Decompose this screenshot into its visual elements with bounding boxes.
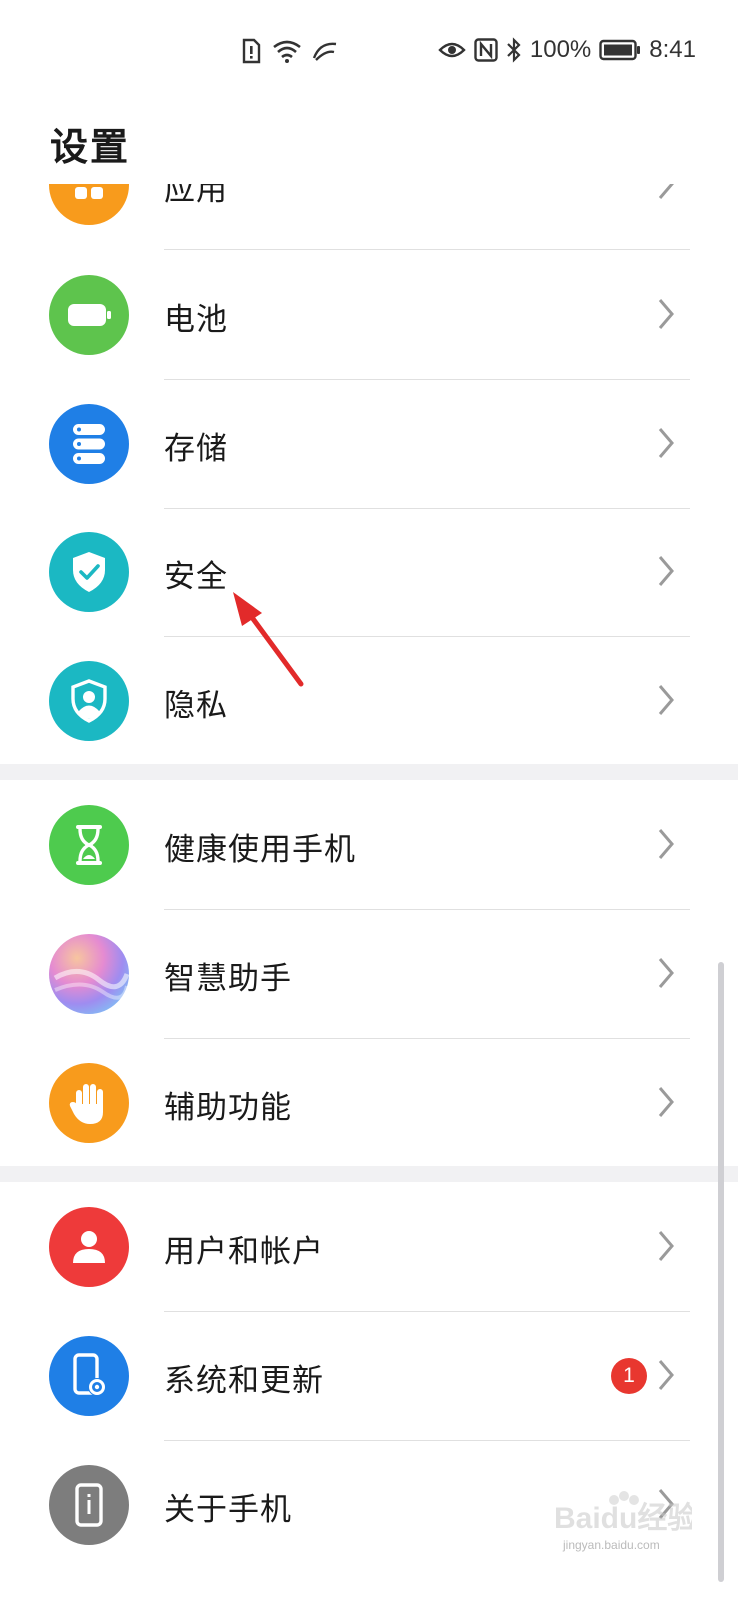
- apps-icon: [49, 184, 129, 225]
- chevron-right-icon: [658, 184, 674, 199]
- hourglass-icon: [49, 805, 129, 885]
- scrollbar[interactable]: [718, 962, 724, 1582]
- row-accessibility[interactable]: 辅助功能: [0, 1038, 738, 1168]
- battery-icon: [49, 275, 129, 355]
- row-users-accounts-label: 用户和帐户: [164, 1234, 324, 1270]
- signal-scribble-icon: [312, 42, 337, 61]
- chevron-right-icon: [658, 1087, 674, 1117]
- row-digital-balance[interactable]: 健康使用手机: [0, 780, 738, 910]
- phone-gear-icon: [49, 1336, 129, 1416]
- row-apps[interactable]: 应用: [0, 184, 738, 250]
- status-bar: 100% 8:41: [0, 0, 738, 108]
- chevron-right-icon: [658, 428, 674, 458]
- clock: 8:41: [649, 36, 696, 63]
- status-icons-right: 100% 8:41: [438, 36, 696, 64]
- eye-comfort-icon: [438, 42, 466, 58]
- chevron-right-icon: [658, 685, 674, 715]
- smart-assistant-icon: [49, 934, 129, 1014]
- watermark-logo-text: Baidu经验: [554, 1501, 692, 1535]
- chevron-right-icon: [658, 1360, 674, 1390]
- row-accessibility-label: 辅助功能: [164, 1090, 292, 1126]
- row-security-label: 安全: [164, 559, 228, 595]
- row-security[interactable]: 安全: [0, 507, 738, 637]
- row-storage-label: 存储: [164, 431, 228, 467]
- row-digital-balance-label: 健康使用手机: [164, 832, 356, 868]
- section-separator: [0, 1166, 738, 1182]
- row-storage[interactable]: 存储: [0, 379, 738, 509]
- watermark-url: jingyan.baidu.com: [563, 1538, 660, 1552]
- status-icons-left: [240, 38, 338, 64]
- row-clip-apps: 应用: [0, 184, 738, 250]
- user-icon: [49, 1207, 129, 1287]
- bluetooth-icon: [507, 37, 521, 63]
- chevron-right-icon: [658, 958, 674, 988]
- wifi-icon: [273, 40, 301, 63]
- row-about-phone-label: 关于手机: [164, 1492, 292, 1528]
- notification-badge: 1: [611, 1358, 647, 1394]
- section-separator: [0, 764, 738, 780]
- storage-icon: [49, 404, 129, 484]
- battery-icon-status: [599, 39, 641, 61]
- row-apps-label: 应用: [164, 184, 228, 208]
- sim-alert-icon: [242, 38, 261, 64]
- row-battery-label: 电池: [164, 302, 228, 338]
- page-title: 设置: [50, 125, 131, 169]
- privacy-icon: [49, 661, 129, 741]
- row-privacy-label: 隐私: [164, 688, 228, 724]
- row-smart-assistant[interactable]: 智慧助手: [0, 909, 738, 1039]
- phone-info-icon: [49, 1465, 129, 1545]
- row-battery[interactable]: 电池: [0, 250, 738, 380]
- chevron-right-icon: [658, 556, 674, 586]
- chevron-right-icon: [658, 299, 674, 329]
- row-users-accounts[interactable]: 用户和帐户: [0, 1182, 738, 1312]
- security-shield-icon: [49, 532, 129, 612]
- hand-icon: [49, 1063, 129, 1143]
- battery-percent: 100%: [529, 36, 592, 63]
- row-system-updates[interactable]: 系统和更新 1: [0, 1311, 738, 1441]
- chevron-right-icon: [658, 1231, 674, 1261]
- row-privacy[interactable]: 隐私: [0, 636, 738, 766]
- row-system-updates-label: 系统和更新: [164, 1363, 324, 1399]
- nfc-icon: [474, 38, 498, 62]
- chevron-right-icon: [658, 829, 674, 859]
- row-smart-assistant-label: 智慧助手: [164, 961, 292, 997]
